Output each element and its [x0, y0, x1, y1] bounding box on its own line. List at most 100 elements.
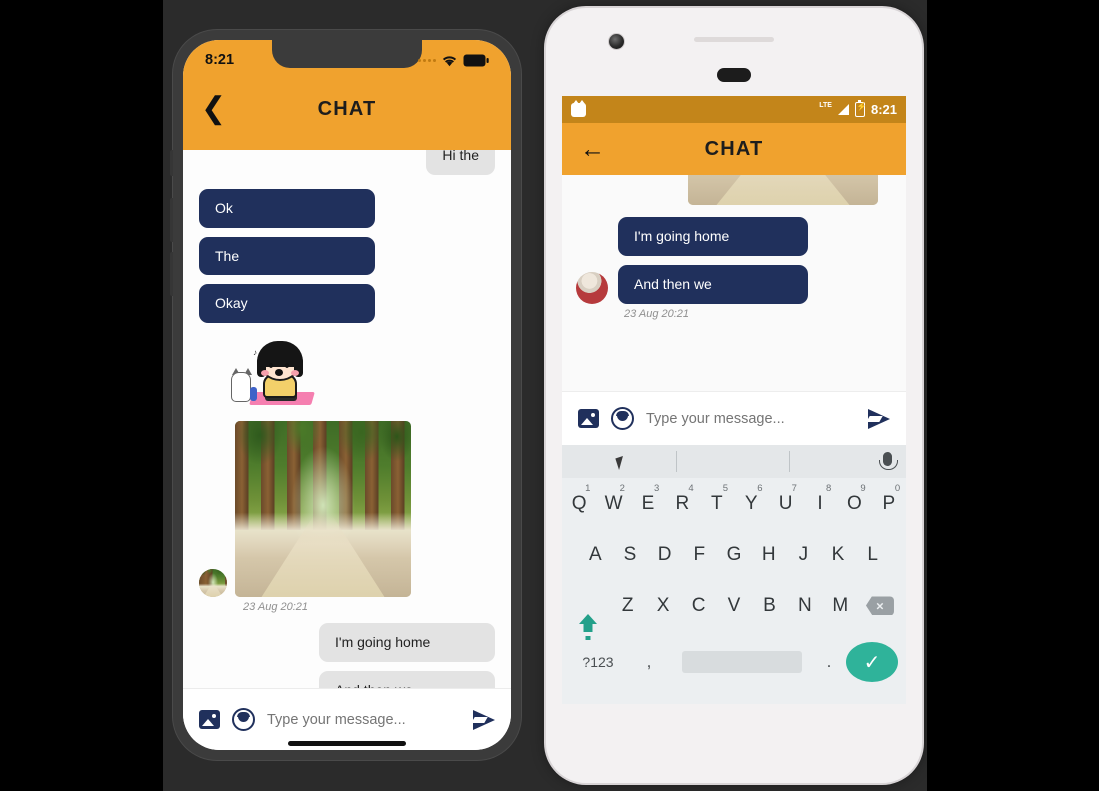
chat-bubble-incoming: I'm going home — [319, 623, 495, 662]
keyboard-row-2: A S D F G H J K L — [562, 529, 906, 580]
chevron-left-icon[interactable]: ❮ — [201, 94, 226, 124]
proximity-sensor — [694, 37, 774, 42]
key-d[interactable]: D — [647, 544, 682, 566]
message-timestamp: 23 Aug 20:21 — [243, 601, 309, 614]
image-icon[interactable] — [199, 710, 220, 729]
ios-volume-up-button — [170, 198, 173, 242]
send-icon[interactable] — [473, 709, 495, 730]
suggestion-divider — [789, 451, 791, 472]
chat-bubble-incoming: And then we — [319, 670, 495, 688]
android-status-time: 8:21 — [870, 102, 897, 117]
ios-message-list[interactable]: Hi the Ok The Okay ♪ 23 Aug 20:21 I'm go… — [183, 150, 511, 688]
image-icon[interactable] — [578, 409, 599, 428]
key-v[interactable]: V — [716, 595, 751, 617]
avatar[interactable] — [199, 569, 227, 598]
ios-status-time: 8:21 — [205, 52, 235, 68]
key-b[interactable]: B — [752, 595, 787, 617]
key-n[interactable]: N — [787, 595, 822, 617]
message-row: I'm going home — [576, 217, 892, 256]
photo-attachment[interactable] — [688, 175, 878, 205]
key-q[interactable]: 1Q — [562, 483, 596, 515]
message-input[interactable] — [646, 410, 856, 427]
android-keyboard: 1Q 2W 3E 4R 5T 6Y 7U 8I 9O 0P A S D F G … — [562, 445, 906, 704]
android-phone-frame: LTE 8:21 ← CHAT — [546, 8, 922, 783]
front-camera-icon — [608, 33, 625, 50]
key-y[interactable]: 6Y — [734, 483, 768, 515]
message-row: And then we — [576, 264, 892, 304]
ios-input-bar — [183, 688, 511, 750]
key-p[interactable]: 0P — [872, 483, 906, 515]
space-key[interactable] — [682, 651, 802, 673]
key-c[interactable]: C — [681, 595, 716, 617]
signal-bars-icon — [837, 104, 849, 115]
key-w[interactable]: 2W — [596, 483, 630, 515]
android-message-list[interactable]: I'm going home And then we 23 Aug 20:21 — [562, 175, 906, 391]
key-l[interactable]: L — [855, 544, 890, 566]
keyboard-row-4: ?123 , . ✓ — [562, 631, 906, 693]
key-r[interactable]: 4R — [665, 483, 699, 515]
message-row: Okay — [199, 284, 495, 324]
battery-charging-icon — [854, 100, 866, 117]
key-h[interactable]: H — [751, 544, 786, 566]
key-m[interactable]: M — [823, 595, 858, 617]
check-enter-icon[interactable]: ✓ — [846, 642, 898, 682]
period-key[interactable]: . — [812, 652, 846, 672]
home-indicator — [288, 741, 406, 746]
avatar[interactable] — [576, 271, 608, 304]
comma-key[interactable]: , — [626, 652, 672, 672]
message-row: And then we — [199, 670, 495, 688]
key-u[interactable]: 7U — [768, 483, 802, 515]
key-s[interactable]: S — [613, 544, 648, 566]
android-input-bar — [562, 391, 906, 445]
android-app-bar: ← CHAT — [562, 123, 906, 175]
ios-header: 8:21 ❮ CHAT — [183, 40, 511, 150]
suggestion-divider — [675, 451, 677, 472]
chat-bubble-outgoing: The — [199, 236, 375, 276]
arrow-left-icon[interactable]: ← — [580, 136, 605, 162]
key-e[interactable]: 3E — [631, 483, 665, 515]
photo-attachment[interactable] — [235, 421, 411, 598]
key-k[interactable]: K — [821, 544, 856, 566]
network-type-label: LTE — [819, 102, 832, 109]
sticker-girl-with-cat-icon: ♪ — [229, 333, 325, 407]
message-row: Ok — [199, 188, 495, 228]
message-input[interactable] — [267, 711, 461, 728]
emoji-face-icon[interactable] — [611, 407, 634, 430]
suggestion-strip[interactable] — [562, 445, 906, 478]
key-t[interactable]: 5T — [700, 483, 734, 515]
key-a[interactable]: A — [578, 544, 613, 566]
cat-app-icon — [571, 99, 586, 117]
ios-mute-switch — [170, 150, 173, 176]
chat-bubble-outgoing: I'm going home — [618, 217, 808, 256]
key-j[interactable]: J — [786, 544, 821, 566]
signal-dots-icon — [418, 58, 436, 62]
video-canvas: 8:21 ❮ CHAT Hi the Ok The Okay ♪ 23 Aug … — [163, 0, 927, 791]
key-z[interactable]: Z — [610, 595, 645, 617]
keyboard-row-3: Z X C V B N M × — [562, 580, 906, 631]
android-screen: LTE 8:21 ← CHAT — [562, 96, 906, 704]
key-f[interactable]: F — [682, 544, 717, 566]
key-o[interactable]: 9O — [837, 483, 871, 515]
emoji-face-icon[interactable] — [232, 708, 255, 731]
microphone-icon[interactable] — [879, 452, 898, 470]
chat-bubble-outgoing: Ok — [199, 188, 375, 228]
message-row — [199, 421, 495, 598]
chat-bubble-outgoing: Okay — [199, 284, 375, 324]
android-page-title: CHAT — [704, 137, 764, 160]
keyboard-row-1: 1Q 2W 3E 4R 5T 6Y 7U 8I 9O 0P — [562, 478, 906, 529]
send-icon[interactable] — [868, 408, 890, 429]
message-timestamp: 23 Aug 20:21 — [624, 307, 690, 320]
message-row: I'm going home — [199, 623, 495, 662]
key-i[interactable]: 8I — [803, 483, 837, 515]
wifi-icon — [442, 55, 457, 66]
key-g[interactable]: G — [717, 544, 752, 566]
earpiece-speaker — [717, 68, 751, 82]
ios-page-title: CHAT — [317, 97, 377, 120]
symbols-key[interactable]: ?123 — [570, 654, 626, 670]
message-row: Hi the — [199, 150, 495, 175]
battery-icon — [463, 54, 489, 66]
key-x[interactable]: X — [645, 595, 680, 617]
ios-status-bar: 8:21 — [183, 40, 511, 76]
android-top-bezel — [546, 8, 922, 96]
message-row — [576, 175, 892, 205]
